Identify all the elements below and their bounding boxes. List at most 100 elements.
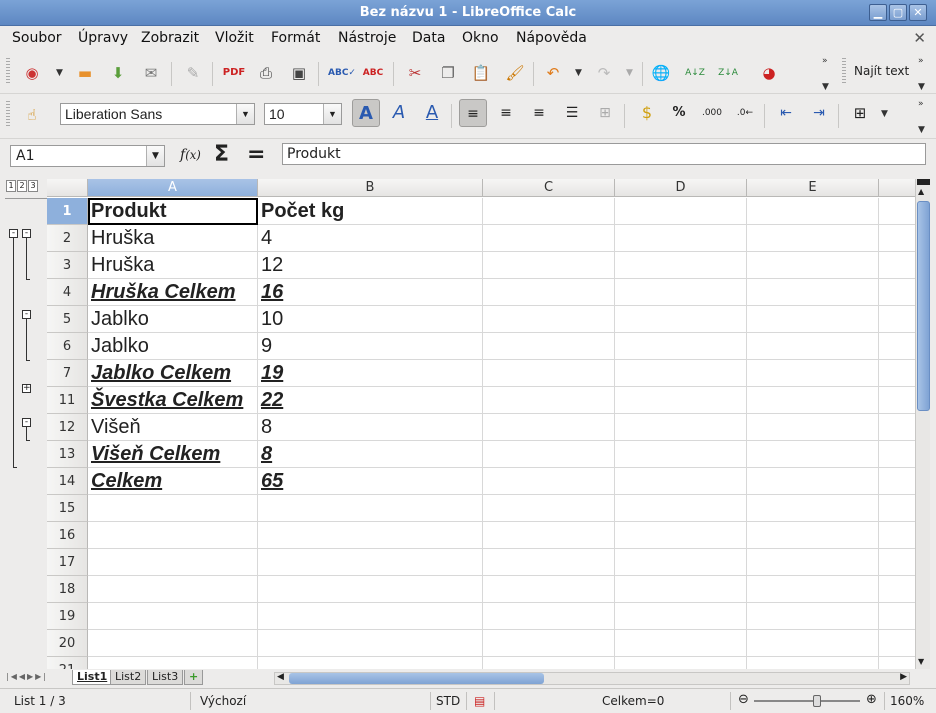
collapse-group-button[interactable]: - — [22, 418, 31, 427]
table-cell[interactable] — [879, 495, 915, 522]
chevron-down-icon[interactable]: ▼ — [146, 146, 164, 166]
table-cell[interactable] — [615, 522, 747, 549]
new-document-icon[interactable]: ◉ — [20, 61, 44, 85]
table-cell[interactable]: 9 — [258, 333, 483, 360]
zoom-in-icon[interactable]: ⊕ — [866, 692, 877, 707]
increase-indent-icon[interactable]: ⇥ — [805, 99, 833, 127]
table-cell[interactable] — [258, 630, 483, 657]
table-cell[interactable] — [879, 603, 915, 630]
clone-formatting-icon[interactable]: 🖌 — [503, 61, 527, 85]
table-cell[interactable] — [258, 549, 483, 576]
table-cell[interactable] — [747, 387, 879, 414]
row-header[interactable]: 17 — [47, 549, 88, 576]
align-left-button[interactable]: ≡ — [459, 99, 487, 127]
underline-button[interactable]: A — [418, 99, 446, 127]
table-cell[interactable]: Višeň — [88, 414, 258, 441]
table-cell[interactable] — [88, 657, 258, 669]
vertical-scrollbar[interactable]: ▲ ▼ — [915, 179, 930, 669]
table-cell[interactable] — [747, 522, 879, 549]
collapse-group-button[interactable]: - — [22, 229, 31, 238]
table-cell[interactable] — [879, 360, 915, 387]
collapse-group-button[interactable]: - — [22, 310, 31, 319]
save-icon[interactable]: ⬇ — [106, 61, 130, 85]
table-cell[interactable] — [747, 495, 879, 522]
currency-format-icon[interactable]: $ — [633, 99, 661, 127]
row-header[interactable]: 7 — [47, 360, 88, 387]
undo-icon[interactable]: ↶ — [541, 61, 565, 85]
table-cell[interactable] — [747, 306, 879, 333]
vertical-scroll-thumb[interactable] — [917, 201, 930, 411]
table-cell[interactable] — [615, 630, 747, 657]
table-cell[interactable] — [483, 198, 615, 225]
print-icon[interactable]: ⎙ — [254, 61, 278, 85]
table-cell[interactable] — [879, 657, 915, 669]
find-options-icon[interactable]: ▼ — [918, 82, 925, 92]
table-cell[interactable] — [483, 576, 615, 603]
active-cell[interactable]: Produkt — [88, 198, 258, 225]
table-cell[interactable] — [483, 252, 615, 279]
table-cell[interactable] — [88, 522, 258, 549]
chevron-down-icon[interactable]: ▼ — [323, 104, 341, 124]
expand-group-button[interactable]: + — [22, 384, 31, 393]
table-cell[interactable] — [483, 657, 615, 669]
table-cell[interactable] — [879, 630, 915, 657]
table-cell[interactable] — [615, 549, 747, 576]
sort-ascending-icon[interactable]: A↓Z — [683, 61, 707, 85]
zoom-level[interactable]: 160% — [890, 694, 924, 708]
close-window-button[interactable]: ✕ — [909, 4, 927, 21]
row-header[interactable]: 14 — [47, 468, 88, 495]
toolbar-overflow-icon[interactable]: » — [918, 99, 924, 109]
select-all-corner[interactable] — [47, 179, 88, 197]
table-cell[interactable] — [483, 360, 615, 387]
number-format-icon[interactable]: .000 — [698, 99, 726, 127]
column-header-c[interactable]: C — [483, 179, 615, 197]
toolbar-grip[interactable] — [6, 101, 10, 127]
column-header-d[interactable]: D — [615, 179, 747, 197]
table-cell[interactable]: Jablko — [88, 306, 258, 333]
page-style[interactable]: Výchozí — [200, 694, 246, 708]
table-cell[interactable] — [483, 414, 615, 441]
find-overflow-icon[interactable]: » — [918, 56, 924, 66]
scroll-down-icon[interactable]: ▼ — [918, 657, 924, 666]
table-cell[interactable] — [879, 468, 915, 495]
hyperlink-icon[interactable]: 🌐 — [649, 61, 673, 85]
close-document-icon[interactable]: ✕ — [913, 29, 926, 47]
table-cell[interactable]: Švestka Celkem — [88, 387, 258, 414]
formula-input[interactable]: Produkt — [282, 143, 926, 165]
merge-cells-button[interactable]: ⊞ — [591, 99, 619, 127]
tab-navigation-icons[interactable]: |◀◀▶▶| — [6, 672, 48, 681]
table-cell[interactable]: Počet kg — [258, 198, 483, 225]
outline-level-2-button[interactable]: 2 — [17, 180, 27, 192]
styles-icon[interactable]: ☝ — [20, 103, 44, 127]
table-cell[interactable] — [747, 549, 879, 576]
table-cell[interactable] — [615, 225, 747, 252]
table-cell[interactable]: Hruška — [88, 225, 258, 252]
table-cell[interactable] — [615, 603, 747, 630]
table-cell[interactable]: 16 — [258, 279, 483, 306]
row-header[interactable]: 15 — [47, 495, 88, 522]
email-icon[interactable]: ✉ — [139, 61, 163, 85]
menu-napoveda[interactable]: Nápověda — [516, 30, 587, 46]
percent-format-icon[interactable]: % — [665, 99, 693, 127]
table-cell[interactable] — [879, 549, 915, 576]
autospellcheck-icon[interactable]: ABC — [361, 61, 385, 85]
horizontal-scrollbar[interactable]: ◀ ▶ — [274, 672, 910, 685]
spellcheck-icon[interactable]: ABC✓ — [328, 61, 356, 85]
row-header[interactable]: 2 — [47, 225, 88, 252]
table-cell[interactable] — [483, 522, 615, 549]
selection-mode[interactable]: STD — [436, 694, 460, 708]
table-cell[interactable] — [879, 198, 915, 225]
redo-icon[interactable]: ↷ — [592, 61, 616, 85]
find-text-label[interactable]: Najít text — [854, 64, 909, 78]
table-cell[interactable] — [747, 603, 879, 630]
table-cell[interactable]: 65 — [258, 468, 483, 495]
row-header[interactable]: 1 — [47, 198, 88, 225]
table-cell[interactable]: Jablko — [88, 333, 258, 360]
table-cell[interactable]: 10 — [258, 306, 483, 333]
tab-list2[interactable]: List2 — [110, 670, 147, 685]
table-cell[interactable] — [615, 333, 747, 360]
borders-dropdown-icon[interactable]: ▼ — [881, 109, 888, 119]
toolbar-options-icon[interactable]: ▼ — [918, 125, 925, 135]
table-cell[interactable]: 8 — [258, 441, 483, 468]
table-cell[interactable] — [879, 522, 915, 549]
